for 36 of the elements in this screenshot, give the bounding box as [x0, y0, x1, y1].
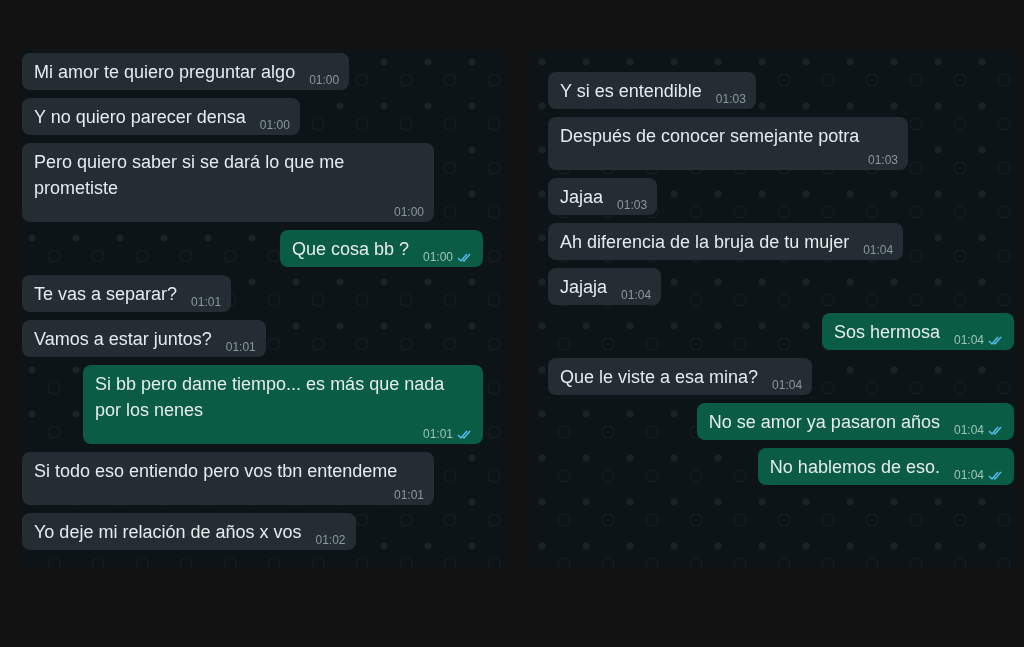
message-time: 01:00 [393, 204, 424, 220]
message-time: 01:04 [863, 242, 894, 258]
message-text: Si todo eso entiendo pero vos tbn entendeme [34, 460, 398, 483]
message-text: Después de conocer semejante potra [560, 125, 860, 148]
message-text: Pero quiero saber si se dará lo que me prometiste [34, 151, 346, 200]
message-text: Jajaja [560, 276, 608, 299]
message-time: 01:04 [772, 377, 803, 393]
message-time: 01:01 [225, 339, 256, 355]
message-time: 01:00 [422, 249, 453, 265]
message-time: 01:03 [867, 152, 898, 168]
message-text: Mi amor te quiero preguntar algo [34, 61, 296, 84]
message-text: Ah diferencia de la bruja de tu mujer [560, 231, 850, 254]
message-text: Vamos a estar juntos? [34, 328, 212, 351]
message-time: 01:04 [621, 287, 652, 303]
message-time: 01:01 [393, 487, 424, 503]
message-text: No se amor ya pasaron años [708, 411, 940, 434]
message-text: Te vas a separar? [34, 283, 178, 306]
message-text: Y si es entendible [560, 80, 702, 103]
message-time: 01:01 [422, 426, 453, 442]
message-time: 01:04 [953, 467, 984, 483]
message-text: Que le viste a esa mina? [560, 366, 759, 389]
message-text: Que cosa bb ? [291, 238, 409, 261]
message-time: 01:00 [259, 117, 290, 133]
message-text: Jajaa [560, 186, 604, 209]
message-time: 01:01 [191, 294, 222, 310]
message-text: Sos hermosa [833, 321, 940, 344]
message-time: 01:00 [309, 72, 340, 88]
message-text: Y no quiero parecer densa [34, 106, 246, 129]
message-time: 01:04 [953, 332, 984, 348]
message-time: 01:02 [315, 532, 346, 548]
message-text: No hablemos de eso. [769, 456, 940, 479]
message-time: 01:04 [953, 422, 984, 438]
message-text: Yo deje mi relación de años x vos [34, 521, 302, 544]
message-text: Si bb pero dame tiempo... es más que nada por los nenes [95, 373, 446, 422]
message-time: 01:03 [715, 91, 746, 107]
message-time: 01:03 [617, 197, 648, 213]
